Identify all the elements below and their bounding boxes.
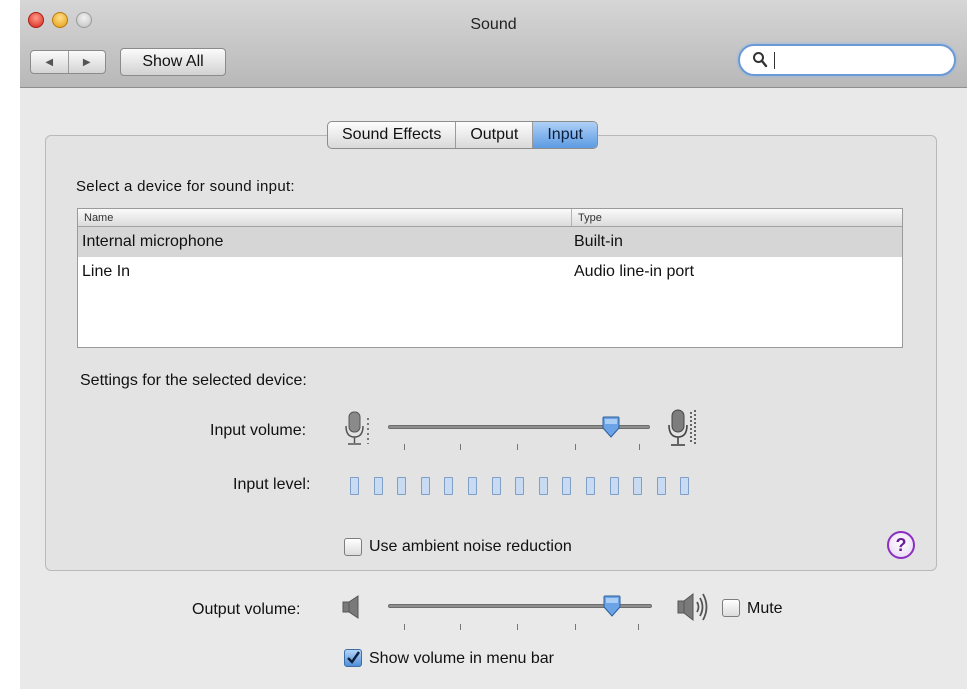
show-volume-checkbox[interactable] <box>344 649 362 667</box>
slider-tick <box>517 624 518 630</box>
device-prompt: Select a device for sound input: <box>76 178 295 195</box>
input-level-segment <box>680 477 690 495</box>
input-level-label: Input level: <box>233 476 311 493</box>
window-title: Sound <box>470 16 517 33</box>
slider-tick <box>460 444 461 450</box>
mute-checkbox[interactable] <box>722 599 740 617</box>
input-level-segment <box>468 477 477 495</box>
slider-tick <box>639 444 640 450</box>
slider-tick <box>575 624 576 630</box>
back-button[interactable]: ◀ <box>31 51 68 73</box>
input-level-segment <box>444 477 454 495</box>
toolbar: Sound ◀ ▶ Show All <box>20 0 967 88</box>
input-level-segment <box>420 477 430 495</box>
slider-tick <box>404 624 405 630</box>
back-forward-control: ◀ ▶ <box>30 50 106 74</box>
device-type-cell: Audio line-in port <box>574 263 695 280</box>
table-row[interactable]: Line In Audio line-in port <box>78 257 902 287</box>
input-level-segment <box>656 477 666 495</box>
table-header: Name Type <box>78 209 902 227</box>
help-icon[interactable]: ? <box>887 531 915 559</box>
speaker-high-icon <box>677 592 708 622</box>
tab-input[interactable]: Input <box>532 122 597 148</box>
microphone-low-icon <box>345 411 369 445</box>
device-type-cell: Built-in <box>574 233 623 250</box>
input-device-table[interactable]: Name Type Internal microphone Built-in L… <box>77 208 903 348</box>
slider-knob-icon <box>602 416 620 438</box>
input-level-segment <box>633 477 643 495</box>
input-level-segment <box>515 477 525 495</box>
input-volume-slider-knob[interactable] <box>602 416 620 438</box>
noise-reduction-label[interactable]: Use ambient noise reduction <box>369 538 572 556</box>
input-level-segment <box>538 477 548 495</box>
column-header-name[interactable]: Name <box>78 209 572 226</box>
column-header-type[interactable]: Type <box>572 209 902 226</box>
device-name-cell: Line In <box>82 263 131 280</box>
settings-heading: Settings for the selected device: <box>80 372 307 389</box>
input-level-segment <box>397 477 407 495</box>
tab-sound-effects[interactable]: Sound Effects <box>328 122 455 148</box>
input-level-segment <box>491 477 501 495</box>
input-volume-label: Input volume: <box>210 422 307 439</box>
tab-bar: Sound Effects Output Input <box>327 121 598 149</box>
checkmark-icon <box>347 651 360 664</box>
text-caret <box>774 52 775 69</box>
output-volume-slider-knob[interactable] <box>603 595 621 617</box>
input-level-segment <box>609 477 619 495</box>
forward-button[interactable]: ▶ <box>67 51 106 73</box>
input-level-segment <box>373 477 383 495</box>
search-field[interactable] <box>738 44 956 76</box>
table-row[interactable]: Internal microphone Built-in <box>78 227 902 257</box>
input-tab-panel <box>45 135 937 571</box>
show-volume-label[interactable]: Show volume in menu bar <box>369 650 554 668</box>
microphone-high-icon <box>668 409 696 446</box>
slider-knob-icon <box>603 595 621 617</box>
search-input[interactable] <box>772 49 944 71</box>
device-name-cell: Internal microphone <box>82 233 224 250</box>
slider-tick <box>404 444 405 450</box>
output-volume-label: Output volume: <box>192 601 301 618</box>
slider-tick <box>638 624 639 630</box>
slider-tick <box>460 624 461 630</box>
input-level-segment <box>350 477 359 495</box>
mute-label[interactable]: Mute <box>747 600 783 618</box>
input-level-segment <box>586 477 595 495</box>
noise-reduction-checkbox[interactable] <box>344 538 362 556</box>
input-level-segment <box>562 477 572 495</box>
tab-output[interactable]: Output <box>455 122 532 148</box>
slider-tick <box>575 444 576 450</box>
search-icon <box>753 52 768 68</box>
slider-tick <box>517 444 518 450</box>
speaker-low-icon <box>342 595 359 619</box>
sound-preferences-window: Sound ◀ ▶ Show All Sound Effects Output … <box>20 0 967 689</box>
show-all-button[interactable]: Show All <box>120 48 226 76</box>
